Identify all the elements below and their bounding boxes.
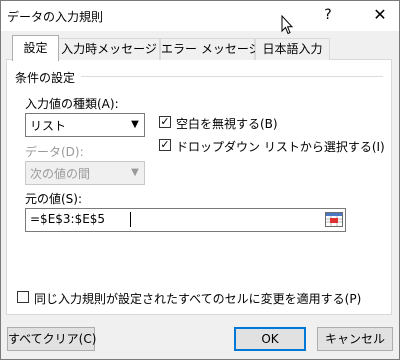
title-bar: データの入力規則 ? ✕ — [1, 1, 399, 35]
tab-ime-mode[interactable]: 日本語入力 — [255, 38, 330, 60]
allow-label: 入力値の種類(A): — [25, 97, 119, 111]
data-label: データ(D): — [25, 145, 84, 159]
window-title: データの入力規則 — [7, 10, 104, 24]
tab-settings[interactable]: 設定 — [12, 35, 59, 61]
apply-all-checkbox[interactable] — [17, 291, 29, 303]
help-button[interactable]: ? — [313, 1, 343, 31]
chevron-down-icon: ▼ — [131, 167, 139, 178]
validation-criteria-heading: 条件の設定 — [15, 71, 76, 85]
allow-select-value: リスト — [30, 119, 67, 133]
tab-input-message[interactable]: 入力時メッセージ — [58, 38, 160, 60]
cancel-button[interactable]: キャンセル — [317, 327, 393, 351]
range-selector-icon[interactable] — [325, 212, 343, 227]
data-select: 次の値の間 ▼ — [25, 161, 145, 185]
source-label: 元の値(S): — [25, 192, 83, 206]
source-input[interactable]: =$E$3:$E$5 — [25, 208, 346, 232]
data-validation-dialog: データの入力規則 ? ✕ 設定 入力時メッセージ エラー メッセージ 日本語入力… — [0, 0, 400, 360]
close-button[interactable]: ✕ — [365, 1, 395, 31]
allow-select[interactable]: リスト ▼ — [25, 113, 145, 137]
in-cell-dropdown-label[interactable]: ドロップダウン リストから選択する(I) — [176, 138, 385, 155]
chevron-down-icon[interactable]: ▼ — [126, 114, 144, 136]
section-divider — [81, 76, 383, 77]
apply-all-label[interactable]: 同じ入力規則が設定されたすべてのセルに変更を適用する(P) — [34, 290, 361, 307]
source-value: =$E$3:$E$5 — [30, 212, 106, 226]
ok-button[interactable]: OK — [234, 327, 306, 351]
ignore-blank-label[interactable]: 空白を無視する(B) — [176, 115, 278, 132]
data-select-value: 次の値の間 — [30, 167, 91, 181]
tab-error-alert[interactable]: エラー メッセージ — [160, 38, 261, 60]
in-cell-dropdown-checkbox[interactable]: ✓ — [159, 139, 171, 151]
clear-all-button[interactable]: すべてクリア(C) — [7, 327, 96, 351]
mouse-cursor-icon — [281, 15, 293, 35]
ignore-blank-checkbox[interactable]: ✓ — [159, 116, 171, 128]
text-caret — [130, 212, 131, 227]
